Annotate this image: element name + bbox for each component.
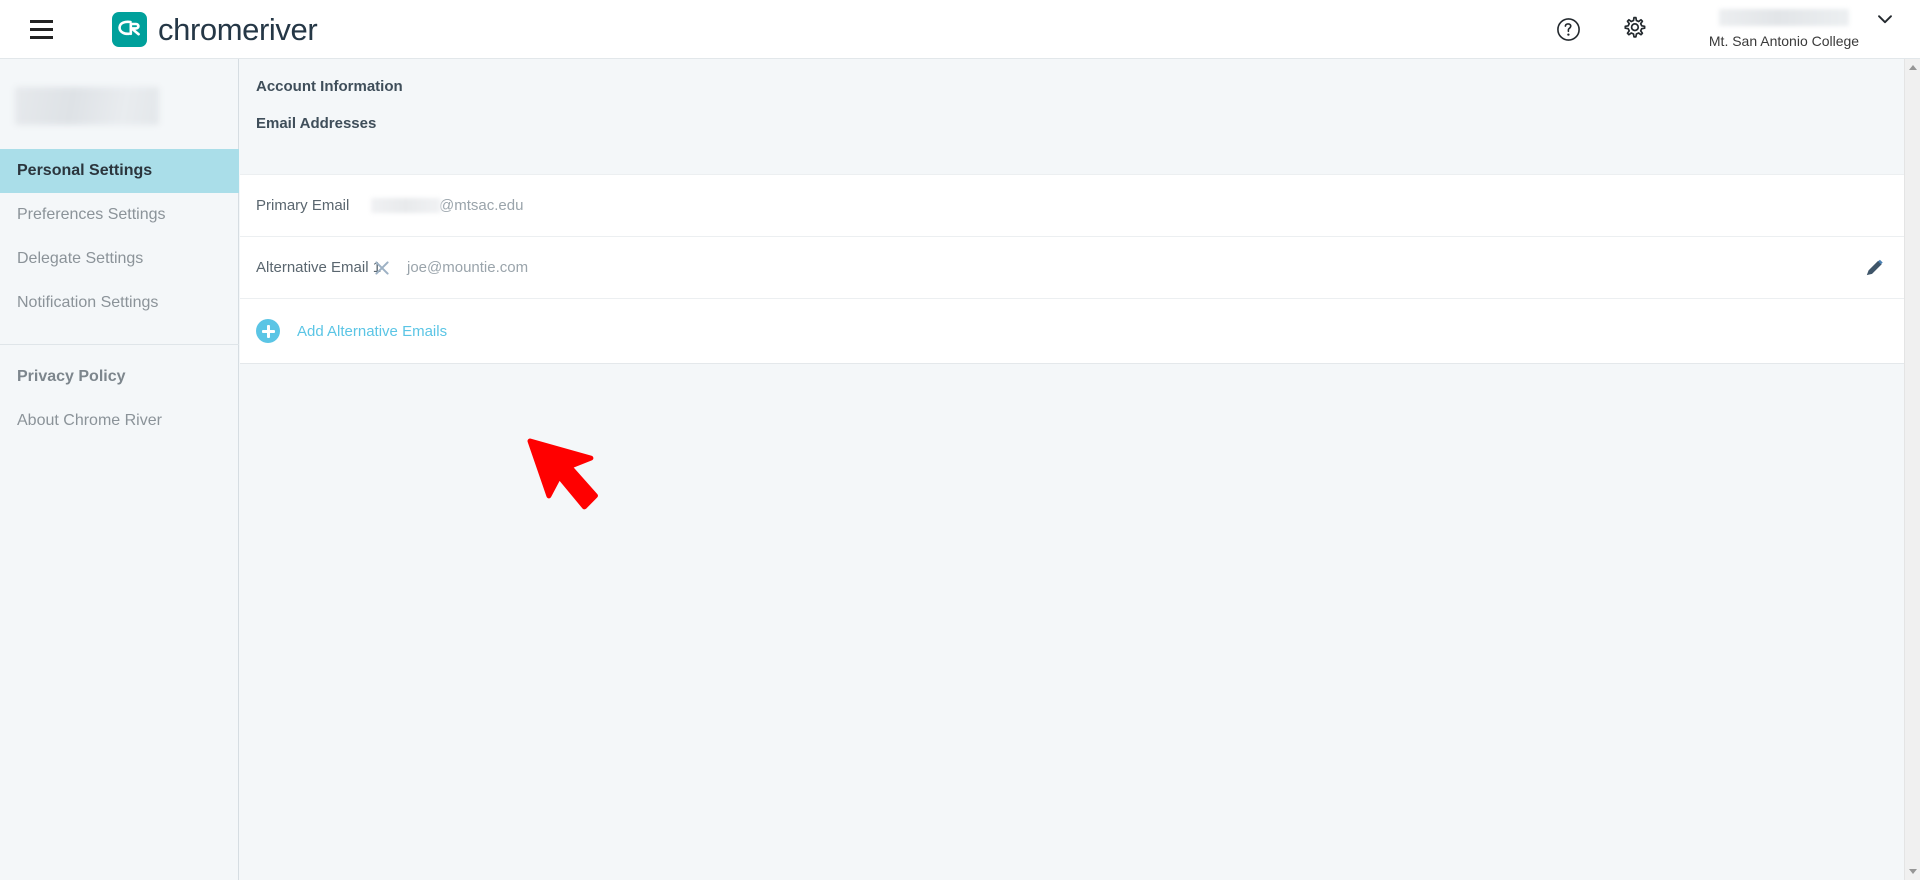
hamburger-line: [29, 27, 53, 31]
table-row-primary-email: Primary Email @mtsac.edu: [240, 174, 1904, 236]
sidebar-item-personal-settings[interactable]: Personal Settings: [0, 149, 239, 193]
left-sidebar: Personal Settings Preferences Settings D…: [0, 59, 239, 880]
alternative-email-1-label: Alternative Email 1: [256, 259, 382, 276]
sidebar-item-label: Personal Settings: [17, 162, 153, 179]
sidebar-item-label: Notification Settings: [17, 294, 159, 311]
sidebar-primary-nav: Personal Settings Preferences Settings D…: [0, 149, 239, 325]
red-arrow-cursor: [522, 437, 602, 542]
sidebar-user-name-redacted: [15, 87, 159, 125]
sidebar-item-notification-settings[interactable]: Notification Settings: [0, 281, 239, 325]
sidebar-item-label: Delegate Settings: [17, 250, 144, 267]
alternative-email-1-value-group: joe@mountie.com: [371, 257, 528, 279]
main-content-area: Account Information Email Addresses Prim…: [240, 59, 1904, 880]
user-organization-label: Mt. San Antonio College: [1708, 32, 1860, 49]
add-alternative-emails-row: Add Alternative Emails: [240, 298, 1904, 364]
plus-circle-icon[interactable]: [256, 319, 280, 343]
sidebar-item-label: Preferences Settings: [17, 206, 166, 223]
topbar-right-group: Mt. San Antonio College: [1546, 0, 1920, 59]
chevron-down-icon[interactable]: [1868, 2, 1902, 36]
scroll-down-triangle: [1909, 869, 1917, 874]
add-alternative-emails-button[interactable]: Add Alternative Emails: [297, 323, 447, 340]
hamburger-line: [29, 35, 53, 39]
cr-monogram-icon: [118, 20, 140, 35]
scroll-up-triangle: [1909, 65, 1917, 70]
sidebar-item-preferences-settings[interactable]: Preferences Settings: [0, 193, 239, 237]
sidebar-item-privacy-policy[interactable]: Privacy Policy: [0, 355, 239, 399]
primary-email-label: Primary Email: [256, 197, 350, 214]
top-navigation-bar: chromeriver Mt. San Antonio College: [0, 0, 1920, 59]
primary-email-value: @mtsac.edu: [371, 197, 523, 214]
scroll-up-arrow[interactable]: [1905, 59, 1920, 76]
sidebar-item-about-chrome-river[interactable]: About Chrome River: [0, 399, 239, 443]
gear-icon[interactable]: [1612, 7, 1656, 51]
hamburger-line: [29, 19, 53, 23]
brand-wordmark: chromeriver: [158, 11, 318, 47]
page-title: Account Information: [256, 78, 403, 95]
primary-email-redacted: [371, 198, 441, 213]
vertical-scrollbar[interactable]: [1904, 59, 1920, 880]
sidebar-secondary-nav: Privacy Policy About Chrome River: [0, 355, 239, 443]
primary-email-domain: @mtsac.edu: [439, 197, 524, 214]
chromeriver-logo-icon: [112, 11, 147, 47]
sidebar-item-label: About Chrome River: [17, 412, 162, 429]
table-row-alternative-email-1: Alternative Email 1 joe@mountie.com: [240, 236, 1904, 298]
help-circle-icon[interactable]: [1546, 7, 1590, 51]
user-account-menu[interactable]: Mt. San Antonio College: [1704, 0, 1864, 59]
close-x-icon[interactable]: [371, 257, 393, 279]
user-name-redacted: [1719, 8, 1849, 26]
scroll-down-arrow[interactable]: [1905, 863, 1920, 880]
sidebar-item-delegate-settings[interactable]: Delegate Settings: [0, 237, 239, 281]
email-addresses-heading: Email Addresses: [256, 115, 377, 132]
hamburger-menu-icon[interactable]: [18, 6, 64, 52]
account-information-panel: Account Information Email Addresses Prim…: [240, 59, 1904, 364]
alternative-email-1-value: joe@mountie.com: [407, 259, 529, 276]
sidebar-divider: [0, 344, 239, 345]
sidebar-item-label: Privacy Policy: [17, 368, 126, 385]
brand-logo-link[interactable]: chromeriver: [112, 11, 318, 47]
pencil-icon[interactable]: [1863, 257, 1885, 279]
